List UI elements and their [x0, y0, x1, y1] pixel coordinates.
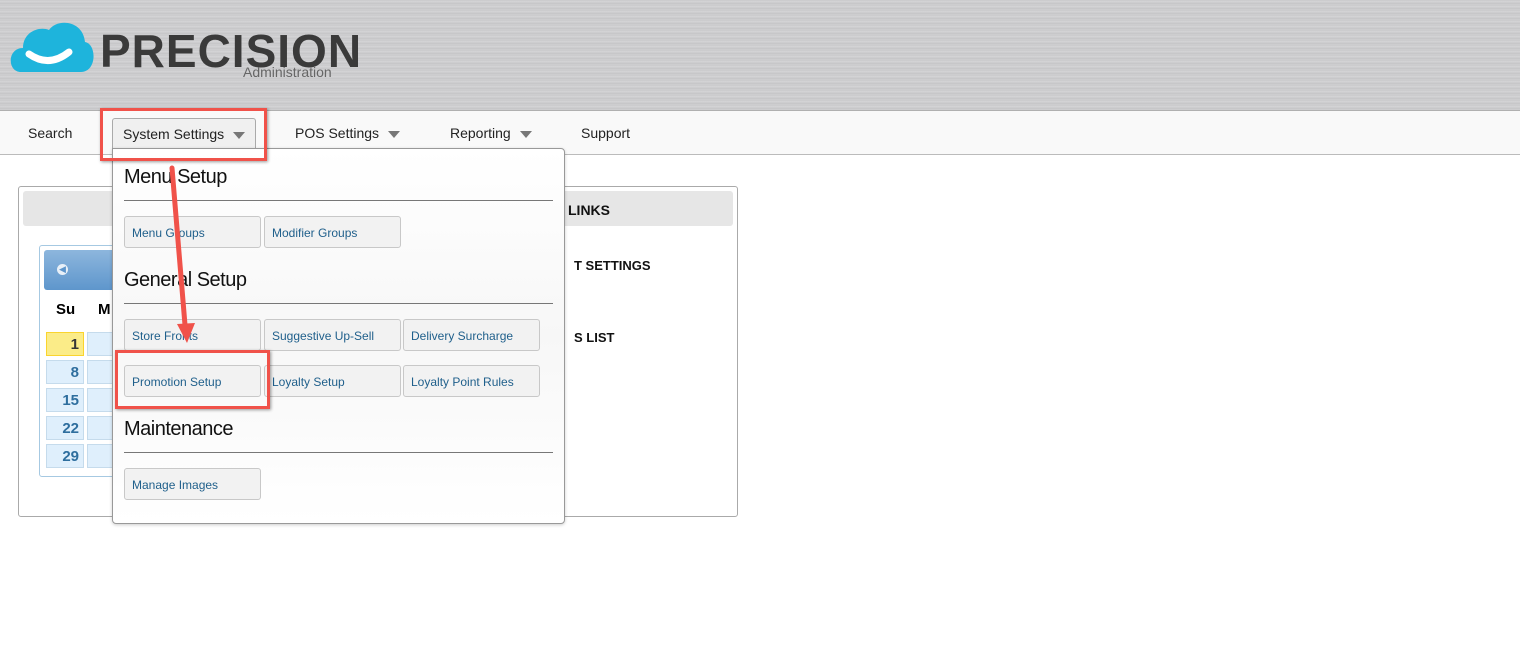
annotation-arrow-icon	[169, 165, 195, 343]
